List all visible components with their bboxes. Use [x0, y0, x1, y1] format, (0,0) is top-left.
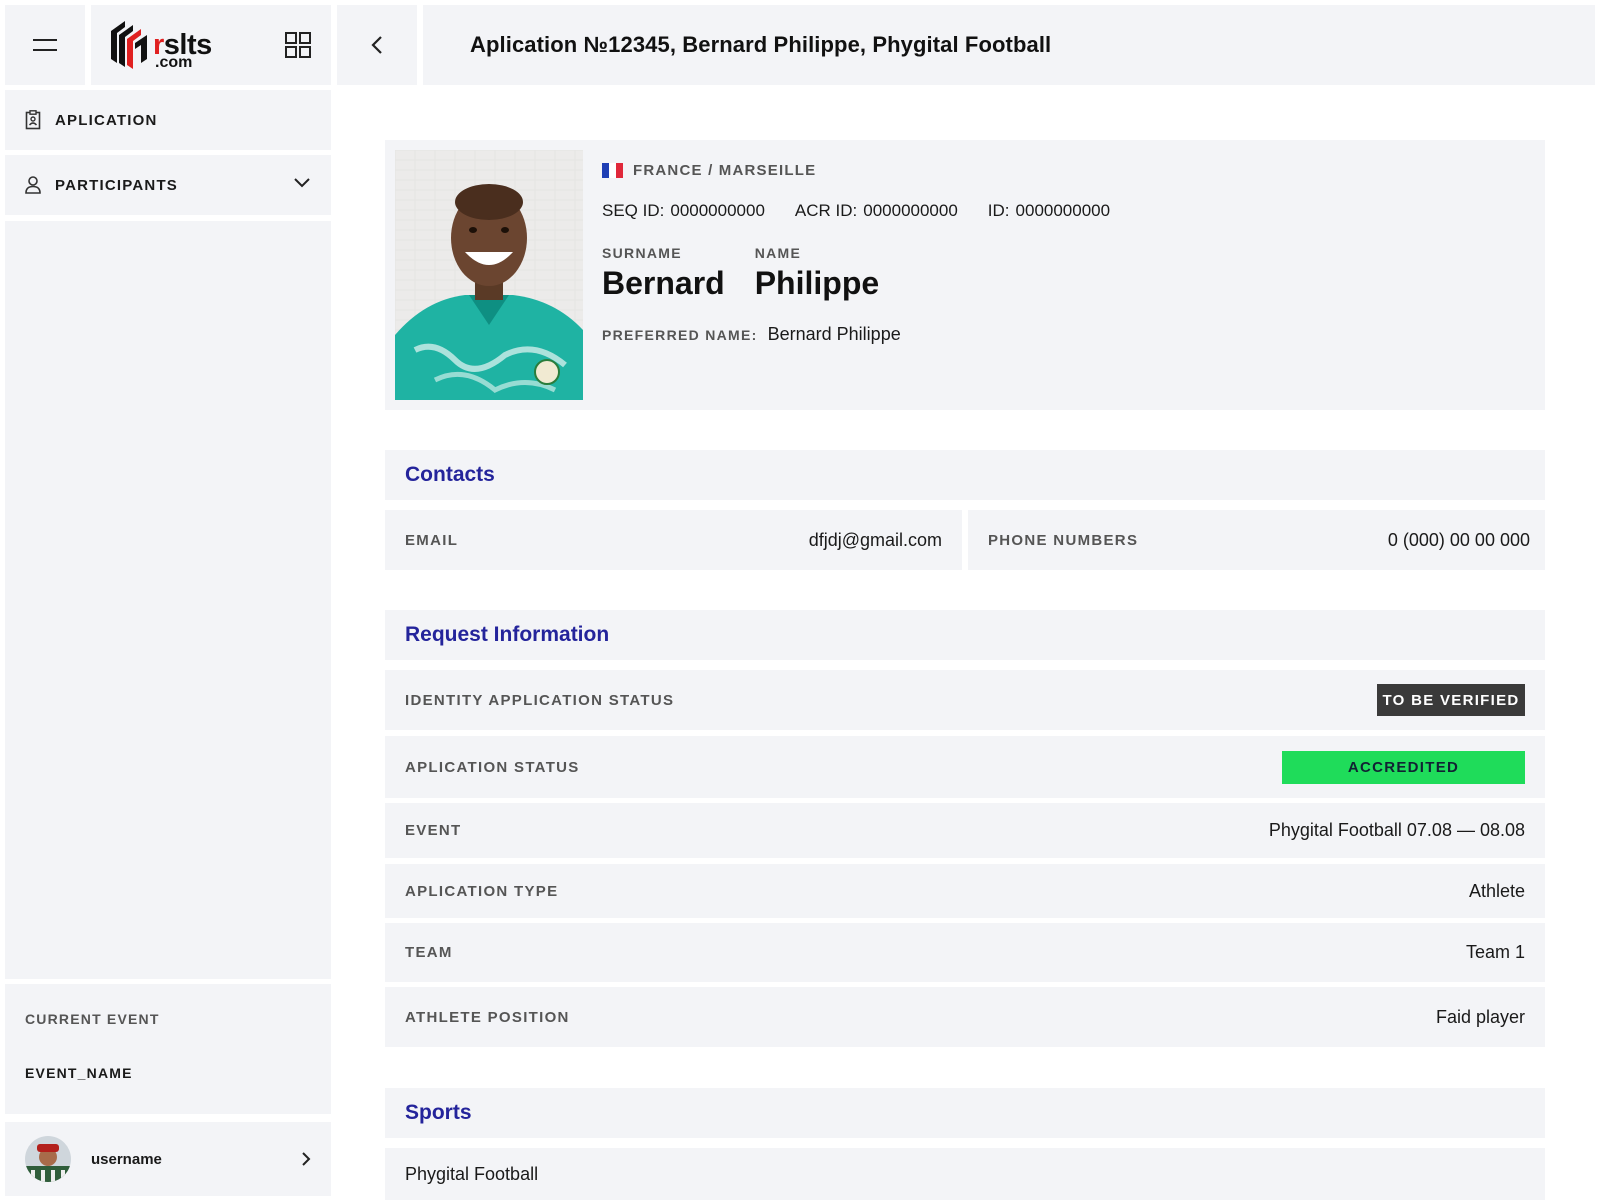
logo-bar: rslts .com	[91, 5, 331, 85]
application-type-label: APLICATION TYPE	[405, 882, 559, 900]
section-title: Contacts	[405, 463, 495, 486]
event-row: EVENT Phygital Football 07.08 — 08.08	[385, 803, 1545, 858]
application-status-row: APLICATION STATUS ACCREDITED	[385, 736, 1545, 798]
sidebar-panel	[5, 221, 331, 979]
chevron-left-icon	[371, 36, 382, 54]
athlete-position-row: ATHLETE POSITION Faid player	[385, 987, 1545, 1047]
id-label: ID:	[987, 201, 1010, 220]
current-event-name: EVENT_NAME	[25, 1065, 133, 1081]
current-event-panel: CURRENT EVENT EVENT_NAME	[5, 984, 331, 1114]
name-block: NAME Philippe	[755, 245, 879, 302]
chevron-right-icon	[302, 1152, 311, 1166]
email-value[interactable]: dfjdj@gmail.com	[809, 530, 942, 551]
sidebar-item-participants[interactable]: PARTICIPANTS	[5, 155, 331, 215]
preferred-name-label: PREFERRED NAME:	[602, 327, 758, 343]
profile-card: FRANCE / MARSEILLE SEQ ID: 0000000000 ACR…	[385, 140, 1545, 410]
event-label: EVENT	[405, 822, 462, 839]
preferred-name-row: PREFERRED NAME: Bernard Philippe	[602, 324, 1140, 345]
profile-info: FRANCE / MARSEILLE SEQ ID: 0000000000 ACR…	[602, 162, 1140, 345]
phone-label: PHONE NUMBERS	[988, 531, 1139, 549]
surname-value: Bernard	[602, 265, 725, 301]
seq-id-label: SEQ ID:	[602, 201, 665, 220]
sidebar-item-label: PARTICIPANTS	[55, 176, 179, 194]
acr-id-value: 0000000000	[863, 201, 958, 220]
request-section-header: Request Information	[385, 610, 1545, 660]
contacts-section-header: Contacts	[385, 450, 1545, 500]
logo-text: rslts .com	[153, 30, 212, 70]
logo-mark-icon	[111, 21, 147, 69]
email-label: EMAIL	[405, 531, 459, 549]
sport-item: Phygital Football	[385, 1148, 1545, 1200]
acr-id: ACR ID: 0000000000	[795, 201, 958, 221]
team-label: TEAM	[405, 944, 453, 961]
avatar	[25, 1136, 71, 1182]
id: ID: 0000000000	[988, 201, 1110, 221]
user-menu[interactable]: username	[5, 1122, 331, 1196]
hamburger-icon	[33, 39, 57, 51]
status-badge: TO BE VERIFIED	[1377, 684, 1525, 716]
flag-stripe	[609, 163, 616, 178]
status-badge: ACCREDITED	[1282, 750, 1525, 784]
application-type-row: APLICATION TYPE Athlete	[385, 864, 1545, 918]
section-title: Request Information	[405, 623, 610, 646]
flag-stripe	[602, 163, 609, 178]
ids-row: SEQ ID: 0000000000 ACR ID: 0000000000 ID: 0…	[602, 201, 1140, 221]
athlete-position-value: Faid player	[1435, 1006, 1525, 1027]
event-value: Phygital Football 07.08 — 08.08	[1268, 820, 1525, 840]
apps-grid-icon[interactable]	[285, 32, 311, 58]
team-value: Team 1	[1465, 942, 1525, 962]
team-row: TEAM Team 1	[385, 923, 1545, 982]
phone-value: 0 (000) 00 00 000	[1387, 529, 1530, 550]
location-text: FRANCE / MARSEILLE	[633, 162, 817, 179]
surname-block: SURNAME Bernard	[602, 245, 725, 302]
names-row: SURNAME Bernard NAME Philippe	[602, 245, 1140, 302]
sport-name: Phygital Football	[405, 1163, 539, 1184]
athlete-position-label: ATHLETE POSITION	[405, 1008, 570, 1026]
flag-icon	[602, 163, 623, 178]
current-event-caption: CURRENT EVENT	[25, 1011, 160, 1027]
application-type-value: Athlete	[1468, 880, 1525, 901]
acr-id-label: ACR ID:	[794, 201, 858, 220]
participant-photo	[395, 150, 583, 400]
surname-label: SURNAME	[602, 245, 682, 261]
id-value: 0000000000	[1015, 201, 1111, 220]
flag-stripe	[616, 163, 623, 178]
section-title: Sports	[405, 1101, 472, 1124]
name-label: NAME	[754, 245, 802, 261]
location-row: FRANCE / MARSEILLE	[602, 162, 1140, 179]
name-value: Philippe	[754, 265, 880, 301]
user-icon	[25, 176, 41, 194]
clipboard-icon	[25, 110, 41, 130]
phone-row: PHONE NUMBERS 0 (000) 00 00 000	[968, 510, 1545, 570]
sidebar-item-aplication[interactable]: APLICATION	[5, 90, 331, 150]
preferred-name-value: Bernard Philippe	[767, 324, 901, 344]
back-button[interactable]	[337, 5, 417, 85]
logo-domain: .com	[155, 53, 193, 71]
identity-status-label: IDENTITY APPLICATION STATUS	[405, 691, 675, 709]
seq-id-value: 0000000000	[670, 201, 765, 220]
sidebar-item-label: APLICATION	[55, 111, 158, 129]
username: username	[91, 1150, 162, 1168]
menu-button[interactable]	[5, 5, 85, 85]
email-row: EMAIL dfjdj@gmail.com	[385, 510, 962, 570]
identity-status-row: IDENTITY APPLICATION STATUS TO BE VERIFI…	[385, 670, 1545, 730]
chevron-down-icon[interactable]	[293, 176, 311, 188]
title-bar: Aplication №12345, Bernard Philippe, Phy…	[423, 5, 1595, 85]
page-title: Aplication №12345, Bernard Philippe, Phy…	[470, 32, 1052, 57]
seq-id: SEQ ID: 0000000000	[602, 201, 765, 221]
application-status-label: APLICATION STATUS	[405, 758, 580, 776]
sports-section-header: Sports	[385, 1088, 1545, 1138]
